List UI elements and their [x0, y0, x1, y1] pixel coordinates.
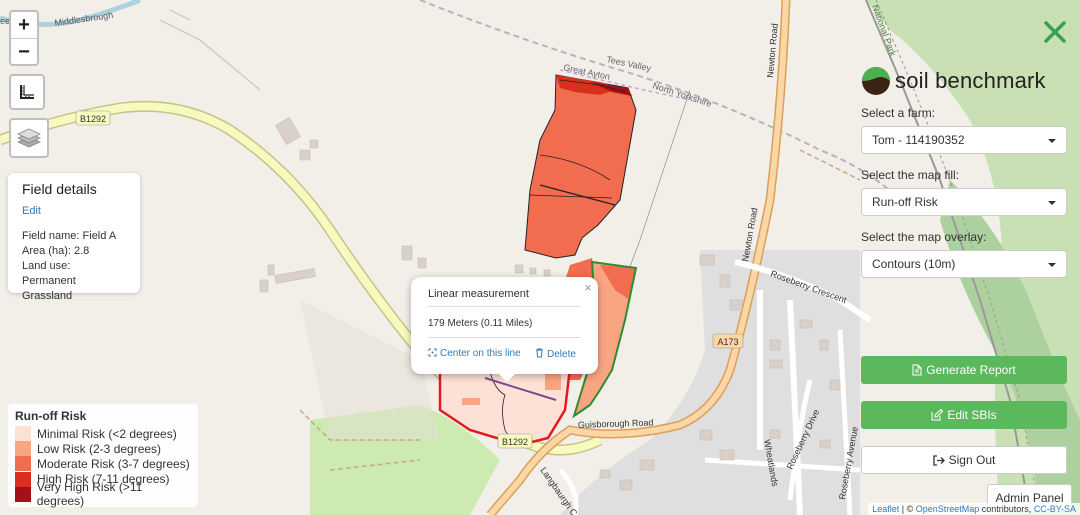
- legend-item: Very High Risk (>11 degrees): [15, 480, 191, 508]
- trash-icon: [536, 348, 543, 358]
- legend-swatch: [15, 456, 31, 472]
- close-icon[interactable]: [1043, 20, 1067, 44]
- field-details-panel: Field details Edit Field name: Field A A…: [8, 173, 140, 302]
- legend-label: Minimal Risk (<2 degrees): [37, 426, 177, 441]
- generate-report-button[interactable]: Generate Report: [861, 356, 1067, 384]
- legend-swatch: [15, 486, 31, 502]
- delete-label: Delete: [547, 349, 576, 360]
- file-icon: [912, 364, 922, 376]
- farm-select-label: Select a farm:: [861, 106, 936, 120]
- field-area: Area (ha): 2.8: [22, 245, 90, 257]
- center-on-line-label: Center on this line: [440, 348, 521, 359]
- overlay-select-value: Contours (10m): [872, 257, 956, 271]
- popup-divider: [428, 337, 581, 338]
- attribution-sep: | ©: [899, 504, 916, 514]
- soil-logo-icon: [862, 67, 890, 95]
- legend-item: Low Risk (2-3 degrees): [15, 441, 191, 457]
- ruler-icon: [20, 85, 34, 99]
- popup-tip: [498, 373, 516, 382]
- overlay-select[interactable]: Contours (10m): [861, 250, 1067, 278]
- legend-label: Low Risk (2-3 degrees): [37, 441, 162, 456]
- legend-swatch: [15, 426, 31, 442]
- layers-icon: [17, 128, 41, 148]
- brand-name: soil benchmark: [895, 68, 1046, 93]
- legend-title: Run-off Risk: [15, 409, 87, 423]
- center-icon: [428, 348, 437, 357]
- runoff-legend: Run-off Risk Minimal Risk (<2 degrees) L…: [8, 404, 198, 508]
- map-attribution: Leaflet | © OpenStreetMap contributors, …: [868, 503, 1080, 515]
- leaflet-link[interactable]: Leaflet: [872, 504, 899, 514]
- edit-sbis-button[interactable]: Edit SBIs: [861, 401, 1067, 429]
- measurement-popup: × Linear measurement 179 Meters (0.11 Mi…: [411, 277, 598, 382]
- delete-link[interactable]: Delete: [535, 348, 576, 360]
- field-land-use-cont: Grassland: [22, 290, 73, 302]
- farm-select[interactable]: Tom - 114190352: [861, 126, 1067, 154]
- overlay-select-label: Select the map overlay:: [861, 230, 987, 244]
- farm-select-value: Tom - 114190352: [872, 133, 965, 147]
- measure-button[interactable]: [9, 74, 45, 110]
- fill-select[interactable]: Run-off Risk: [861, 188, 1067, 216]
- sign-out-button[interactable]: Sign Out: [861, 446, 1067, 474]
- field-name: Field name: Field A: [22, 230, 117, 242]
- fill-select-value: Run-off Risk: [872, 195, 938, 209]
- attribution-contrib: contributors,: [979, 504, 1034, 514]
- field-details-title: Field details: [22, 181, 97, 197]
- sign-out-icon: [932, 454, 945, 466]
- chevron-down-icon: [1048, 263, 1056, 267]
- brand-logo: soil benchmark: [861, 66, 1046, 96]
- zoom-control: + −: [9, 10, 39, 66]
- chevron-down-icon: [1048, 201, 1056, 205]
- label-b1292-1: B1292: [80, 114, 106, 124]
- field-land-use: Land use: Permanent: [22, 260, 76, 287]
- popup-close-button[interactable]: ×: [584, 280, 592, 295]
- sign-out-label: Sign Out: [948, 453, 996, 467]
- label-b1292-2: B1292: [502, 437, 528, 447]
- center-on-line-link[interactable]: Center on this line: [428, 348, 521, 359]
- edit-sbis-label: Edit SBIs: [947, 408, 997, 422]
- legend-label: Moderate Risk (3-7 degrees): [37, 456, 190, 471]
- fill-select-label: Select the map fill:: [861, 168, 960, 182]
- legend-item: Moderate Risk (3-7 degrees): [15, 456, 191, 472]
- edit-icon: [931, 409, 944, 421]
- popup-divider: [428, 306, 581, 307]
- legend-label: Very High Risk (>11 degrees): [36, 480, 143, 509]
- field-edit-link[interactable]: Edit: [22, 205, 126, 217]
- layers-button[interactable]: [9, 118, 49, 158]
- generate-report-label: Generate Report: [926, 363, 1016, 377]
- popup-measure-value: 179 Meters (0.11 Miles): [428, 318, 533, 329]
- legend-swatch: [15, 441, 31, 457]
- popup-title: Linear measurement: [428, 288, 529, 300]
- label-a173: A173: [717, 337, 738, 347]
- license-link[interactable]: CC-BY-SA: [1034, 504, 1076, 514]
- zoom-out-button[interactable]: −: [11, 39, 37, 65]
- zoom-in-button[interactable]: +: [11, 12, 37, 39]
- chevron-down-icon: [1048, 139, 1056, 143]
- legend-item: Minimal Risk (<2 degrees): [15, 426, 191, 442]
- osm-link[interactable]: OpenStreetMap: [916, 504, 980, 514]
- legend-swatch: [15, 471, 31, 487]
